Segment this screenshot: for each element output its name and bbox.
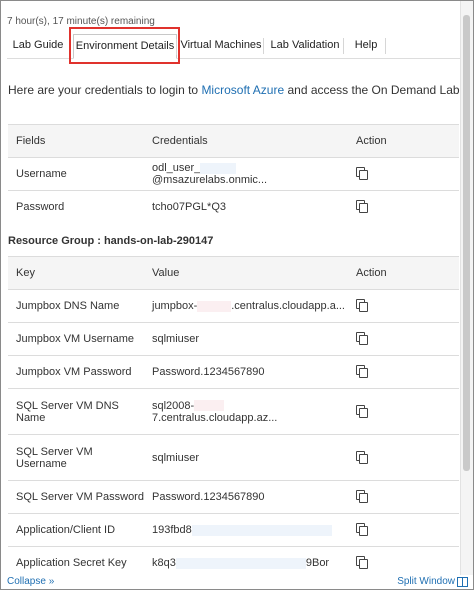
field-label: Application/Client ID [8,513,144,547]
intro-text: Here are your credentials to login to Mi… [8,83,463,97]
redaction [200,162,237,174]
copy-icon[interactable] [356,332,368,345]
copy-icon[interactable] [356,556,368,570]
field-label: Jumpbox VM Username [8,322,144,356]
table-row: SQL Server VM Username sqlmiuser [8,434,459,481]
panel-footer: Collapse » Split Window [1,575,473,589]
copy-icon[interactable] [356,450,368,464]
resources-table: Key Value Action Jumpbox DNS Name jumpbo… [8,256,459,580]
table-row: Jumpbox VM Username sqlmiuser [8,322,459,356]
table-row: Password tcho07PGL*Q3 [8,190,459,224]
copy-icon[interactable] [356,200,368,214]
tab-lab-guide[interactable]: Lab Guide [7,34,70,57]
field-label: Jumpbox DNS Name [8,289,144,323]
table-row: Username odl_user_@msazurelabs.onmic... [8,157,459,191]
table-header: Fields Credentials Action [8,124,459,158]
split-window-icon[interactable] [457,577,468,587]
redaction [191,524,332,536]
copy-icon[interactable] [356,365,368,378]
copy-icon[interactable] [356,167,368,180]
lab-panel: 7 hour(s), 17 minute(s) remaining Lab Gu… [0,0,474,590]
field-label: SQL Server VM Password [8,480,144,514]
copy-icon[interactable] [356,404,368,418]
azure-link[interactable]: Microsoft Azure [201,83,284,97]
field-value: 193fbd8 [144,513,348,547]
copy-icon[interactable] [356,490,368,503]
table-row: Application/Client ID 193fbd8 [8,513,459,547]
table-row: SQL Server VM Password Password.12345678… [8,480,459,514]
scrollbar[interactable] [460,1,473,575]
field-value: sqlmiuser [144,434,348,481]
field-value: Password.1234567890 [144,355,348,389]
redaction [194,400,225,412]
field-value: sqlmiuser [144,322,348,356]
table-row: Jumpbox DNS Name jumpbox- .centralus.clou… [8,289,459,323]
tab-virtual-machines[interactable]: Virtual Machines [179,34,264,57]
copy-icon[interactable] [356,299,368,312]
split-window-link[interactable]: Split Window [397,576,455,587]
table-row: SQL Server VM DNS Name sql2008-7.central… [8,388,459,435]
tab-help[interactable]: Help [347,34,386,57]
field-label: Jumpbox VM Password [8,355,144,389]
table-header: Key Value Action [8,256,459,290]
collapse-link[interactable]: Collapse » [7,576,54,587]
field-label: Username [8,157,144,191]
redaction [175,557,306,569]
field-value: Password.1234567890 [144,480,348,514]
field-label: SQL Server VM Username [8,434,144,481]
field-label: SQL Server VM DNS Name [8,388,144,435]
table-row: Jumpbox VM Password Password.1234567890 [8,355,459,389]
field-value: tcho07PGL*Q3 [144,190,348,224]
tab-highlight-box [69,27,180,64]
credentials-table: Fields Credentials Action Username odl_u… [8,124,459,224]
field-value: jumpbox- .centralus.cloudapp.a... [144,289,348,323]
copy-icon[interactable] [356,523,368,536]
field-value: sql2008-7.centralus.cloudapp.az... [144,388,348,435]
field-value: odl_user_@msazurelabs.onmic... [144,157,348,191]
scrollbar-thumb[interactable] [463,15,470,471]
tab-lab-validation[interactable]: Lab Validation [267,34,344,57]
field-label: Password [8,190,144,224]
redaction [197,300,232,312]
time-remaining: 7 hour(s), 17 minute(s) remaining [7,16,155,27]
resource-group-title: Resource Group : hands-on-lab-290147 [8,235,214,247]
